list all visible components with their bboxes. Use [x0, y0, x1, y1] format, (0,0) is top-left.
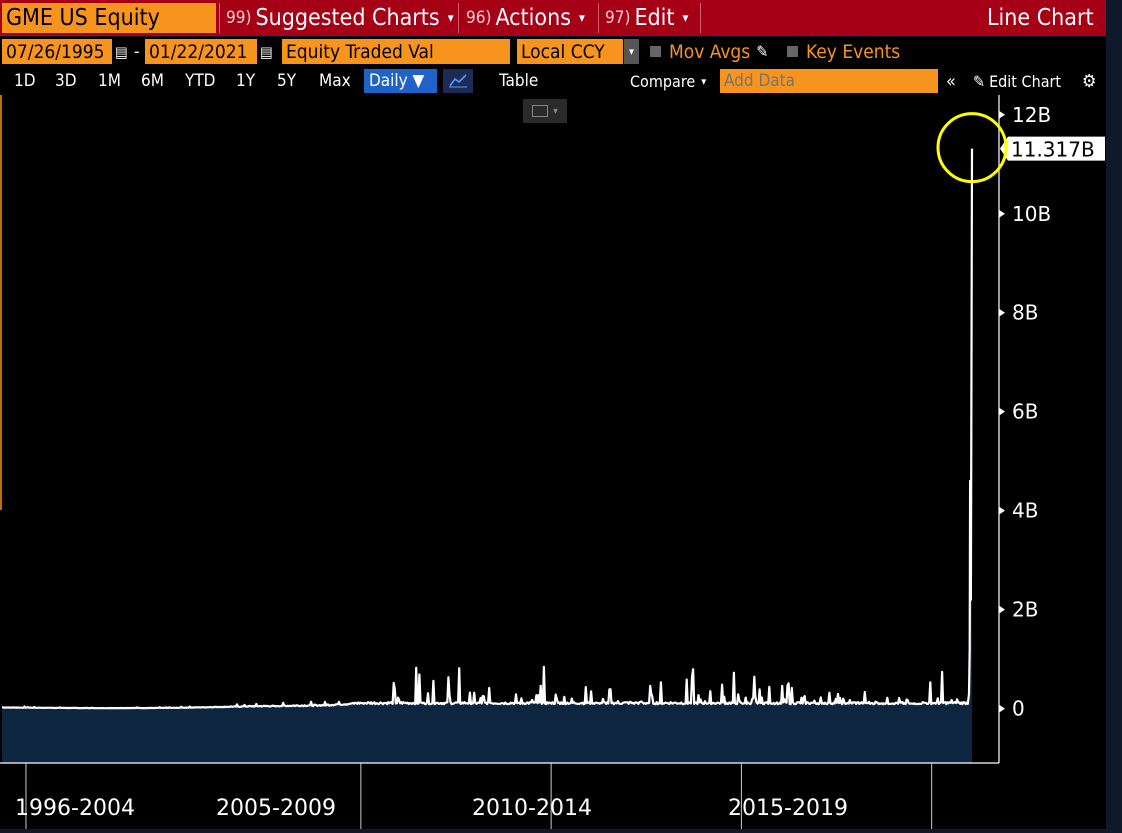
chart-style-toggle[interactable]: ▾	[523, 99, 567, 123]
menu-label: Suggested Charts	[255, 5, 440, 31]
x-tick-label: 2010-2014	[472, 796, 592, 821]
y-tick-label: 10B	[1012, 202, 1051, 226]
x-tick-label: 2005-2009	[216, 796, 336, 821]
start-date-input[interactable]: 07/26/1995	[2, 39, 112, 64]
currency-dropdown-icon[interactable]: ▾	[624, 39, 639, 64]
field-selector[interactable]: Equity Traded Val	[282, 39, 510, 64]
period-6m[interactable]: 6M	[141, 67, 164, 95]
dropdown-caret-icon: ▾	[447, 10, 454, 26]
compare-dropdown[interactable]: Compare ▾	[630, 67, 706, 95]
y-tick-mark	[999, 704, 1005, 713]
y-tick-mark	[999, 110, 1005, 119]
checkbox-icon	[787, 46, 798, 57]
period-1y[interactable]: 1Y	[236, 67, 255, 95]
pencil-icon: ✎	[973, 71, 986, 91]
chart-area: 12B 10B 8B 6B 4B 2B 0 1996-2004 2005-2009 2010-20…	[0, 95, 1106, 829]
frequency-selector[interactable]: Daily ▼	[364, 69, 437, 93]
x-tick-label: 1996-2004	[15, 796, 135, 821]
y-tick-label: 6B	[1012, 400, 1038, 424]
menu-divider	[458, 3, 459, 33]
x-tick-label: 2015-2019	[728, 796, 848, 821]
menu-divider	[219, 3, 220, 33]
y-tick-mark	[999, 308, 1005, 317]
collapse-icon[interactable]: «	[946, 67, 956, 95]
y-tick-label: 4B	[1012, 499, 1038, 523]
y-tick-label: 0	[1012, 697, 1025, 721]
menu-divider	[598, 3, 599, 33]
end-date-input[interactable]: 01/22/2021	[145, 39, 257, 64]
chart-type-label: Line Chart	[987, 5, 1094, 31]
key-events-toggle[interactable]: Key Events	[787, 39, 900, 64]
last-value-label: 11.317B	[1011, 138, 1095, 162]
add-data-input[interactable]	[720, 69, 938, 93]
menu-number: 96)	[466, 8, 492, 28]
date-separator: -	[134, 41, 140, 62]
calendar-icon[interactable]: ▤	[260, 39, 273, 64]
period-3d[interactable]: 3D	[55, 67, 77, 95]
currency-selector[interactable]: Local CCY	[517, 39, 623, 64]
compare-label: Compare	[630, 71, 696, 91]
y-tick-mark	[999, 209, 1005, 218]
y-tick-mark	[999, 506, 1005, 515]
mov-avgs-toggle[interactable]: Mov Avgs ✎	[650, 39, 768, 64]
menu-suggested-charts[interactable]: 99) Suggested Charts ▾	[226, 0, 454, 36]
y-tick-mark	[999, 407, 1005, 416]
y-tick-mark	[999, 605, 1005, 614]
period-max[interactable]: Max	[319, 67, 351, 95]
y-tick-label: 8B	[1012, 301, 1038, 325]
y-tick-label: 2B	[1012, 598, 1038, 622]
area-fill	[2, 148, 972, 764]
menu-edit[interactable]: 97) Edit ▾	[605, 0, 688, 36]
checkbox-icon	[650, 46, 661, 57]
menu-actions[interactable]: 96) Actions ▾	[466, 0, 585, 36]
dropdown-caret-icon: ▾	[682, 10, 689, 26]
key-events-label: Key Events	[806, 40, 901, 63]
period-1d[interactable]: 1D	[14, 67, 36, 95]
menu-label: Actions	[495, 5, 571, 31]
series-line	[2, 148, 974, 710]
menu-number: 99)	[226, 8, 252, 28]
menu-number: 97)	[605, 8, 631, 28]
calendar-icon[interactable]: ▤	[115, 39, 128, 64]
menu-label: Edit	[634, 5, 675, 31]
pencil-icon[interactable]: ✎	[756, 42, 768, 61]
line-chart[interactable]: 12B 10B 8B 6B 4B 2B 0 1996-2004 2005-2009 2010-20…	[0, 95, 1106, 829]
toolbar: 1D 3D 1M 6M YTD 1Y 5Y Max Daily ▼ Table …	[0, 67, 1106, 95]
title-bar: GME US Equity 99) Suggested Charts ▾ 96)…	[0, 0, 1106, 36]
dropdown-caret-icon: ▾	[553, 105, 558, 117]
period-1m[interactable]: 1M	[98, 67, 121, 95]
edit-chart-button[interactable]: ✎ Edit Chart	[973, 67, 1061, 95]
settings-gear-icon[interactable]: ⚙	[1082, 67, 1097, 95]
settings-bar: 07/26/1995 ▤ - 01/22/2021 ▤ Equity Trade…	[0, 37, 1106, 67]
dropdown-caret-icon: ▾	[578, 10, 585, 26]
ticker-field[interactable]: GME US Equity	[2, 3, 216, 33]
edit-chart-label: Edit Chart	[989, 71, 1062, 91]
dropdown-caret-icon: ▾	[701, 74, 707, 88]
period-5y[interactable]: 5Y	[277, 67, 296, 95]
table-button[interactable]: Table	[499, 67, 538, 95]
mov-avgs-label: Mov Avgs	[669, 40, 751, 63]
y-tick-label: 12B	[1012, 103, 1051, 127]
period-ytd[interactable]: YTD	[185, 67, 215, 95]
line-chart-icon[interactable]	[443, 69, 473, 93]
menu-divider	[700, 3, 701, 33]
mini-chart-icon	[532, 105, 549, 117]
